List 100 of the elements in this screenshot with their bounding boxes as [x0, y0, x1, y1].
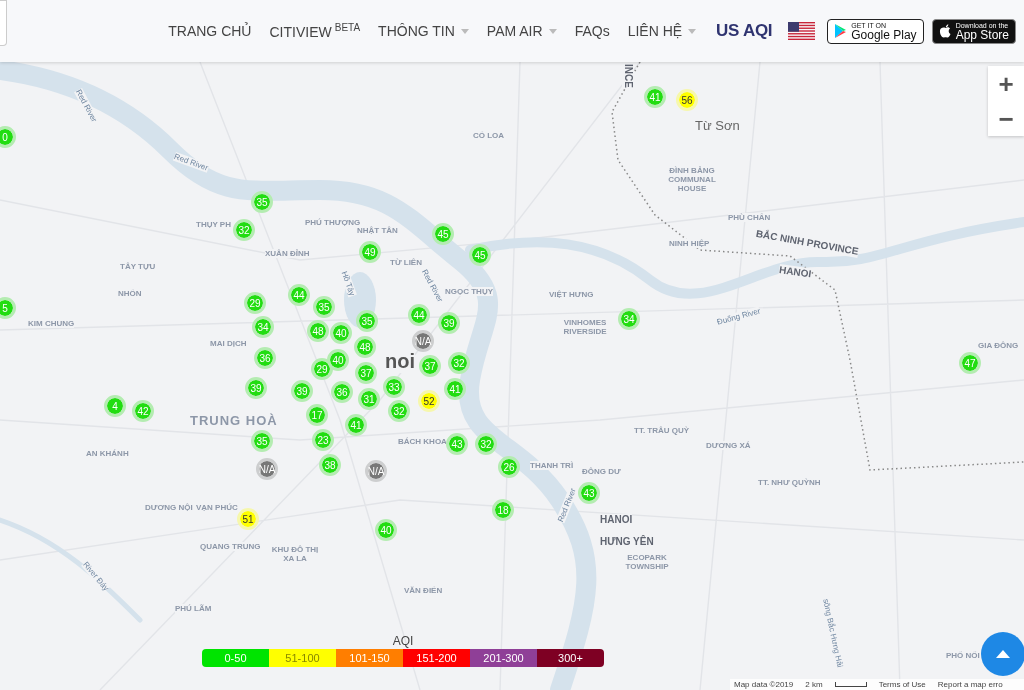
nav-link[interactable]: TRANG CHỦ	[168, 23, 252, 39]
map-label: noi	[385, 350, 415, 373]
aqi-marker[interactable]: 36	[254, 347, 276, 369]
map-label: VẠN PHÚC	[196, 503, 238, 513]
aqi-marker[interactable]: 40	[375, 519, 397, 541]
aqi-marker[interactable]: 34	[252, 316, 274, 338]
map-label: AN KHÁNH	[86, 449, 129, 459]
map-label: THỤY PH	[196, 220, 231, 230]
aqi-marker[interactable]: 52	[418, 390, 440, 412]
map-label: PHỐ NỐI	[946, 651, 980, 661]
aqi-marker[interactable]: 45	[432, 223, 454, 245]
aqi-marker[interactable]: 47	[959, 352, 981, 374]
map-label: sông Bắc Hưng Hải	[821, 598, 845, 669]
aqi-marker[interactable]: 23	[312, 429, 334, 451]
aqi-marker[interactable]: 39	[438, 312, 460, 334]
aqi-marker[interactable]: 29	[311, 358, 333, 380]
aqi-marker[interactable]: 29	[244, 292, 266, 314]
aqi-marker[interactable]: 31	[358, 388, 380, 410]
aqi-marker[interactable]: 44	[408, 304, 430, 326]
legend-range: 0-50	[202, 649, 269, 667]
flag-icon[interactable]	[788, 22, 816, 40]
aqi-marker[interactable]: 0	[0, 126, 16, 148]
aqi-marker[interactable]: 51	[237, 508, 259, 530]
map-label: XUÂN ĐỈNH	[265, 249, 310, 259]
aqi-marker[interactable]: 35	[251, 191, 273, 213]
map-label: TT. NHƯ QUỲNH	[758, 478, 821, 488]
aqi-marker[interactable]: 43	[578, 482, 600, 504]
map-label: PHÚ THƯỢNG	[305, 218, 361, 228]
map-label: VĂN ĐIỂN	[404, 586, 443, 596]
aqi-marker[interactable]: 5	[0, 297, 16, 319]
aqi-marker[interactable]: 41	[444, 378, 466, 400]
aqi-marker[interactable]: 33	[383, 376, 405, 398]
report-link[interactable]: Report a map erro	[937, 680, 1003, 689]
aqi-marker[interactable]: 35	[313, 296, 335, 318]
terms-link[interactable]: Terms of Use	[878, 680, 926, 689]
aqi-marker[interactable]: 36	[331, 381, 353, 403]
aqi-marker[interactable]: 18	[492, 499, 514, 521]
aqi-marker[interactable]: 35	[356, 310, 378, 332]
map-label: NGỌC THỤY	[445, 287, 493, 297]
map-label: NINH HIỆP	[669, 239, 710, 249]
map-label: ĐÌNH BẢNG COMMUNAL HOUSE	[666, 166, 718, 194]
zoom-button[interactable]: +	[988, 66, 1024, 101]
map-label: PHÙ CHẨN	[728, 213, 771, 223]
nav-link[interactable]: PAM AIR	[486, 23, 557, 39]
legend-range: 201-300	[470, 649, 537, 667]
map-label: PHÚ LÃM	[175, 604, 212, 614]
nav-link[interactable]: CITIVIEW $^{BETA}$	[269, 22, 361, 40]
aqi-marker[interactable]: 26	[498, 456, 520, 478]
scroll-top-button[interactable]	[981, 632, 1024, 676]
scale-text: 2 km	[805, 680, 823, 689]
map-label: DƯƠNG XÁ	[706, 441, 751, 451]
aqi-marker[interactable]: 56	[676, 89, 698, 111]
aqi-marker[interactable]: 48	[307, 320, 329, 342]
zoom-button[interactable]: −	[988, 101, 1024, 136]
map-label: VIỆT HƯNG	[549, 290, 594, 300]
map-label: TÂY TỰU	[120, 262, 156, 272]
map-label: TỪ LIÊN	[390, 258, 422, 268]
aqi-marker[interactable]: 32	[475, 433, 497, 455]
aqi-marker[interactable]: 40	[327, 349, 349, 371]
aqi-marker[interactable]: 40	[330, 322, 352, 344]
aqi-marker[interactable]: 37	[355, 362, 377, 384]
nav-link[interactable]: LIÊN HỆ	[627, 23, 697, 39]
aqi-marker[interactable]: 43	[446, 433, 468, 455]
apple-icon	[938, 24, 952, 38]
aqi-marker[interactable]: 48	[354, 336, 376, 358]
aqi-marker[interactable]: 49	[359, 241, 381, 263]
nav-link[interactable]: THÔNG TIN	[378, 23, 469, 39]
map-label: QUANG TRUNG	[200, 542, 261, 552]
map-label: DƯƠNG NỘI	[145, 503, 193, 513]
map-label: TT. TRÂU QUỲ	[634, 426, 690, 436]
map-label: HANOI	[600, 514, 633, 526]
map-label: NHỔN	[118, 289, 142, 299]
nav-link[interactable]: FAQs	[574, 23, 610, 39]
map-label: HƯNG YÊN	[600, 536, 654, 548]
aqi-marker[interactable]: 39	[291, 380, 313, 402]
map-label: CỔ LOA	[473, 131, 505, 141]
legend-range: 300+	[537, 649, 604, 667]
aqi-marker[interactable]: 34	[618, 308, 640, 330]
triangle-up-icon	[996, 650, 1010, 658]
aqi-marker[interactable]: 32	[448, 352, 470, 374]
aqi-marker[interactable]: 42	[132, 400, 154, 422]
map-label: ĐÔNG DƯ	[582, 467, 621, 477]
aqi-marker[interactable]: 35	[251, 430, 273, 452]
aqi-marker[interactable]: 32	[233, 219, 255, 241]
aqi-marker[interactable]: 41	[345, 414, 367, 436]
aqi-marker[interactable]: 32	[388, 400, 410, 422]
aqi-marker[interactable]: 44	[288, 284, 310, 306]
aqi-logo[interactable]: US AQI	[716, 21, 773, 41]
aqi-marker[interactable]: 17	[306, 404, 328, 426]
map-label: Red River	[419, 268, 445, 304]
aqi-marker[interactable]: 4	[104, 395, 126, 417]
aqi-marker[interactable]: 37	[419, 355, 441, 377]
map-label: GIA ĐÔNG	[978, 341, 1019, 351]
map-label: BẮC NINH PROVINCE	[755, 228, 860, 258]
aqi-marker[interactable]: 39	[245, 377, 267, 399]
play-icon	[834, 24, 848, 38]
map-label: NHẬT TÂN	[357, 226, 398, 236]
aqi-marker[interactable]: 38	[319, 454, 341, 476]
aqi-marker[interactable]: 41	[644, 86, 666, 108]
legend-range: 51-100	[269, 649, 336, 667]
